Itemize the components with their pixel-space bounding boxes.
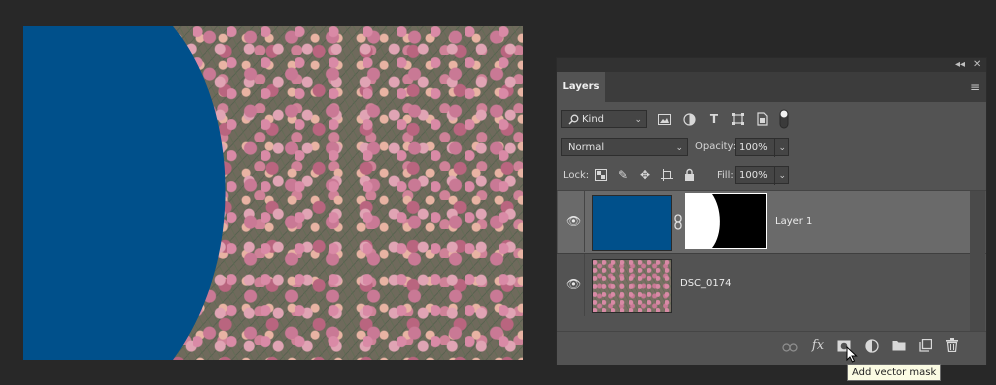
filter-row: Kind ⌄ T [557, 109, 986, 130]
layer-style-fx-icon[interactable]: fx [810, 338, 826, 353]
filter-toggle-icon[interactable] [779, 109, 789, 129]
panel-menu-icon[interactable]: ≡ [970, 80, 980, 94]
layer-name[interactable]: Layer 1 [775, 216, 812, 227]
new-layer-icon[interactable] [919, 339, 932, 352]
fill-input[interactable]: 100% ⌄ [735, 166, 789, 185]
divider [584, 254, 585, 316]
collapse-icon[interactable]: ◂◂ [955, 59, 965, 71]
blend-row: Normal ⌄ Opacity: 100% ⌄ [557, 138, 986, 158]
lock-image-pixels-icon[interactable]: ✎ [615, 168, 631, 182]
document-canvas[interactable] [23, 26, 523, 360]
blend-mode-dropdown[interactable]: Normal ⌄ [561, 138, 688, 156]
divider [584, 190, 585, 252]
layer-row-dsc-0174[interactable]: 👁 DSC_0174 [558, 254, 970, 316]
delete-layer-icon[interactable] [946, 338, 958, 352]
layers-scrollbar[interactable] [970, 191, 985, 331]
fill-value: 100% [739, 170, 768, 181]
shape-filter-icon[interactable] [732, 113, 744, 125]
blend-mode-value: Normal [568, 142, 605, 153]
vector-mask-thumbnail[interactable] [685, 193, 767, 249]
lock-transparent-pixels-icon[interactable] [595, 169, 607, 181]
visibility-eye-icon[interactable]: 👁 [566, 214, 581, 228]
panel-header-strip: ◂◂ ✕ [557, 58, 986, 72]
new-group-icon[interactable] [892, 340, 906, 351]
link-layers-icon[interactable] [782, 343, 798, 352]
lock-label: Lock: [563, 170, 590, 181]
type-filter-icon[interactable]: T [706, 112, 722, 126]
lock-artboard-icon[interactable] [661, 169, 673, 181]
kind-filter-label: Kind [582, 114, 605, 125]
chevron-down-icon[interactable]: ⌄ [774, 139, 786, 157]
search-icon [568, 114, 579, 125]
lock-position-icon[interactable]: ✥ [637, 168, 653, 182]
image-filter-icon[interactable] [658, 114, 671, 125]
opacity-value: 100% [739, 142, 768, 153]
smart-object-filter-icon[interactable] [757, 112, 768, 126]
fill-label: Fill: [717, 170, 734, 181]
layer-row-layer-1[interactable]: 👁 Layer 1 [558, 190, 970, 253]
chevron-down-icon: ⌄ [634, 115, 642, 125]
chevron-down-icon: ⌄ [675, 143, 683, 153]
tooltip: Add vector mask [847, 364, 942, 381]
adjustment-filter-icon[interactable] [683, 113, 696, 126]
layers-panel: ◂◂ ✕ Layers ≡ Kind ⌄ T Normal ⌄ Opacity:… [556, 57, 987, 365]
visibility-eye-icon[interactable]: 👁 [566, 277, 581, 291]
blue-ellipse-shape [23, 26, 226, 360]
panel-tab-bar: Layers ≡ [557, 72, 986, 102]
mouse-cursor-icon [846, 346, 858, 363]
tab-layers[interactable]: Layers [557, 72, 605, 102]
lock-row: Lock: ✎ ✥ Fill: 100% ⌄ [557, 166, 986, 186]
opacity-input[interactable]: 100% ⌄ [735, 138, 789, 157]
adjustment-layer-icon[interactable] [865, 339, 879, 353]
opacity-label: Opacity: [695, 141, 737, 152]
layers-bottom-toolbar: fx [557, 331, 986, 365]
close-icon[interactable]: ✕ [973, 59, 981, 71]
lock-all-icon[interactable] [684, 168, 695, 181]
kind-filter-dropdown[interactable]: Kind ⌄ [561, 110, 647, 128]
link-mask-icon[interactable] [673, 214, 683, 230]
chevron-down-icon[interactable]: ⌄ [774, 167, 786, 185]
layer-thumbnail[interactable] [592, 195, 672, 251]
layer-thumbnail[interactable] [592, 259, 672, 313]
layer-name[interactable]: DSC_0174 [680, 278, 731, 289]
